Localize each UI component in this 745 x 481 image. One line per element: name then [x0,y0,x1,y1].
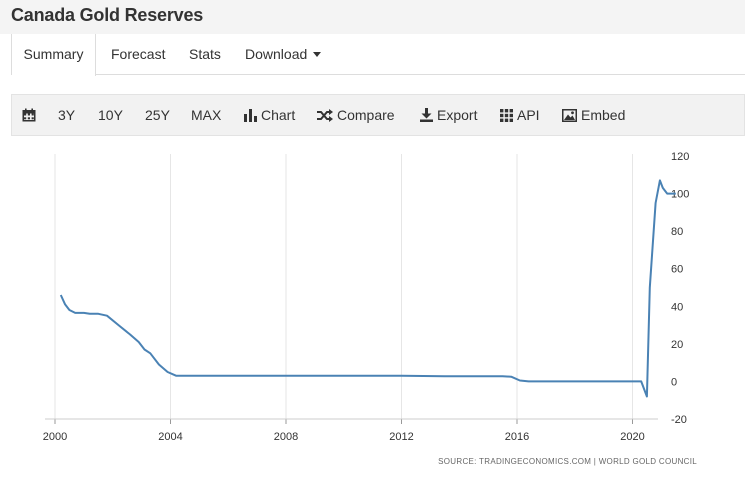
bar-chart-icon [244,109,257,122]
tab-bar: Summary Forecast Stats Download [11,34,745,76]
chart-type-button[interactable]: Chart [244,95,295,135]
page-title: Canada Gold Reserves [11,5,204,25]
y-tick-label: 40 [671,301,683,313]
compare-label: Compare [337,107,395,123]
y-tick-label: 60 [671,264,683,276]
embed-label: Embed [581,107,626,123]
range-3y-button[interactable]: 3Y [58,95,75,135]
api-button[interactable]: API [500,95,540,135]
embed-button[interactable]: Embed [562,95,625,135]
grid-icon [500,109,513,122]
export-label: Export [437,107,478,123]
tab-download-label: Download [245,46,308,62]
export-button[interactable]: Export [420,95,477,135]
source-note: SOURCE: TRADINGECONOMICS.COM | WORLD GOL… [438,457,697,466]
y-tick-label: 120 [671,151,689,163]
range-10y-button[interactable]: 10Y [98,95,123,135]
y-tick-label: -20 [671,414,687,426]
download-icon [420,108,433,122]
y-tick-label: 20 [671,339,683,351]
range-25y-button[interactable]: 25Y [145,95,170,135]
tab-forecast[interactable]: Forecast [111,34,165,75]
compare-button[interactable]: Compare [317,95,395,135]
x-tick-label: 2000 [43,431,67,443]
line-chart: 2000 2004 2008 2012 2016 2020-200204060801001… [43,151,697,466]
title-bar: Canada Gold Reserves [0,0,745,34]
y-tick-label: 0 [671,376,677,388]
chart-toolbar: 3Y 10Y 25Y MAX Chart Compare Export API … [11,94,745,136]
tab-stats[interactable]: Stats [189,34,221,75]
tab-download[interactable]: Download [245,34,322,75]
date-range-button[interactable] [22,95,40,135]
calendar-icon [22,108,36,122]
range-max-button[interactable]: MAX [191,95,221,135]
shuffle-icon [317,109,333,122]
x-tick-label: 2016 [505,431,529,443]
tab-summary[interactable]: Summary [12,34,96,76]
chart-area: 2000 2004 2008 2012 2016 2020 -20 0 20 40 60 80 100 1… [0,136,745,476]
image-icon [562,109,577,122]
series-line [59,179,676,398]
x-tick-label: 2008 [274,431,298,443]
api-label: API [517,107,540,123]
x-tick-label: 2004 [158,431,182,443]
chart-type-label: Chart [261,107,296,123]
x-tick-label: 2012 [389,431,413,443]
x-tick-label: 2020 [620,431,644,443]
y-tick-label: 80 [671,226,683,238]
chevron-down-icon [313,52,322,57]
